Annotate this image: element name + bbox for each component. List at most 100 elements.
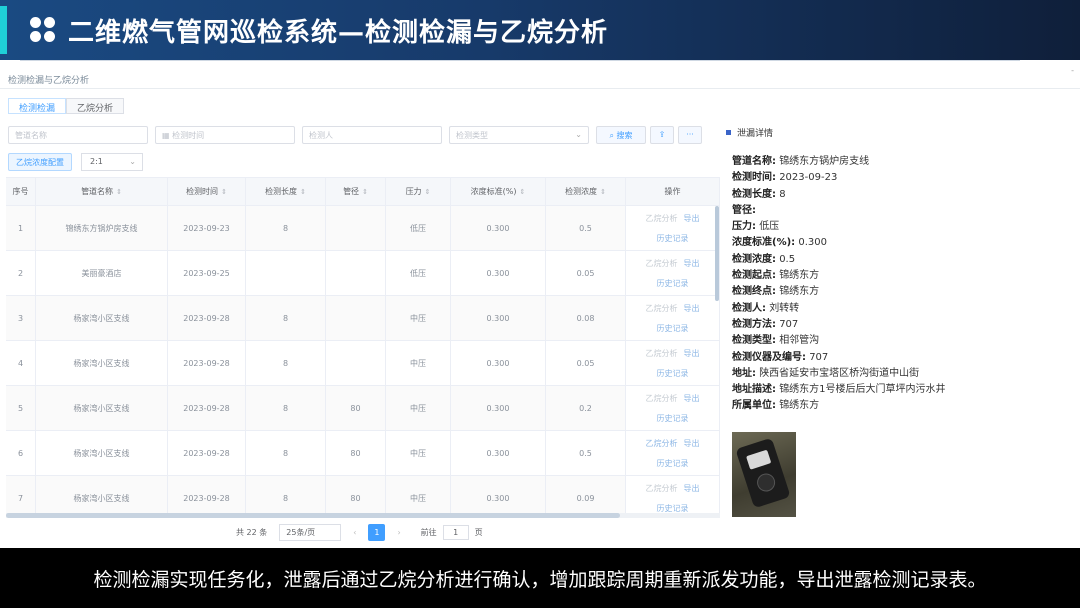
col-date[interactable]: 检测时间 ⇕ [168, 178, 246, 205]
next-page-icon[interactable]: › [397, 528, 400, 537]
ethane-analysis-link[interactable]: 乙烷分析 [646, 483, 678, 494]
table-vertical-scrollbar[interactable] [715, 206, 719, 301]
history-link[interactable]: 历史记录 [657, 323, 689, 334]
sort-icon[interactable]: ⇕ [425, 188, 431, 196]
ethane-analysis-link[interactable]: 乙烷分析 [646, 213, 678, 224]
sort-icon[interactable]: ⇕ [519, 188, 525, 196]
tab-leak-detection[interactable]: 检测检漏 [8, 98, 67, 114]
table-row[interactable]: 7 杨家湾小区支线 2023-09-28 8 80 中压 0.300 0.09 乙烷分析 导出 历史… [6, 476, 720, 517]
cell-name: 美丽豪酒店 [36, 251, 168, 295]
detail-field-value: 锦绣东方锅炉房支线 [779, 156, 870, 167]
history-link[interactable]: 历史记录 [657, 503, 689, 514]
ethane-analysis-link[interactable]: 乙烷分析 [646, 348, 678, 359]
export-link[interactable]: 导出 [684, 213, 700, 224]
square-bullet-icon [726, 130, 731, 135]
check-time-picker[interactable]: ▦ 检测时间 [155, 126, 295, 144]
row-actions: 乙烷分析 导出历史记录 [626, 341, 720, 385]
cell-date: 2023-09-28 [168, 386, 246, 430]
more-button[interactable]: ··· [678, 126, 702, 144]
export-link[interactable]: 导出 [684, 303, 700, 314]
page-number[interactable]: 1 [368, 523, 386, 541]
detector-photo[interactable] [732, 432, 796, 517]
detail-field-value: 陕西省延安市宝塔区桥沟街道中山街 [759, 367, 920, 379]
minimize-icon[interactable]: - [1071, 66, 1074, 75]
ethane-analysis-link[interactable]: 乙烷分析 [646, 438, 678, 449]
row-actions: 乙烷分析 导出历史记录 [626, 431, 720, 475]
detail-field-value: 0.300 [798, 237, 827, 249]
cell-date: 2023-09-28 [168, 296, 246, 340]
col-pressure[interactable]: 压力 ⇕ [386, 178, 451, 205]
detail-field: 检测类型: 相邻管沟 [732, 333, 1062, 349]
search-button[interactable]: ⌕ 搜索 [596, 126, 646, 144]
table-row[interactable]: 5 杨家湾小区支线 2023-09-28 8 80 中压 0.300 0.2 乙烷分析 导出 历史记… [6, 386, 720, 431]
cell-length: 8 [246, 386, 326, 430]
detail-field-value: 707 [809, 351, 829, 363]
table-row[interactable]: 2 美丽豪酒店 2023-09-25 低压 0.300 0.05 乙烷分析 导出 历史记录 [6, 251, 720, 296]
goto-unit: 页 [474, 527, 483, 537]
history-link[interactable]: 历史记录 [657, 368, 689, 379]
export-link[interactable]: 导出 [684, 438, 700, 449]
detail-field: 所属单位: 锦绣东方 [732, 398, 1062, 414]
ethane-analysis-link[interactable]: 乙烷分析 [646, 303, 678, 314]
cell-length [246, 251, 326, 295]
sort-icon[interactable]: ⇕ [362, 188, 368, 196]
export-link[interactable]: 导出 [684, 483, 700, 494]
detail-field-label: 管径: [732, 204, 756, 216]
detail-field-label: 检测仪器及编号: [732, 351, 806, 363]
col-diameter[interactable]: 管径 ⇕ [326, 178, 386, 205]
sort-icon[interactable]: ⇕ [221, 188, 227, 196]
check-type-select[interactable]: 检测类型 ⌄ [449, 126, 589, 144]
detail-field-label: 浓度标准(%): [732, 237, 796, 249]
cell-diameter [326, 296, 386, 340]
detail-title-text: 泄漏详情 [737, 129, 774, 139]
ethane-analysis-link[interactable]: 乙烷分析 [646, 393, 678, 404]
detail-field-label: 检测起点: [732, 270, 776, 282]
pipeline-name-input[interactable]: 管道名称 [8, 126, 148, 144]
pagination-total: 共 22 条 [236, 527, 268, 537]
ratio-value: 2:1 [90, 157, 103, 166]
export-link[interactable]: 导出 [684, 348, 700, 359]
history-link[interactable]: 历史记录 [657, 458, 689, 469]
row-actions: 乙烷分析 导出历史记录 [626, 206, 720, 250]
col-standard[interactable]: 浓度标准(%) ⇕ [451, 178, 546, 205]
sort-icon[interactable]: ⇕ [300, 188, 306, 196]
col-concentration[interactable]: 检测浓度 ⇕ [546, 178, 626, 205]
detail-field-value: 相邻管沟 [779, 335, 820, 347]
sort-icon[interactable]: ⇕ [116, 188, 122, 196]
table-row[interactable]: 4 杨家湾小区支线 2023-09-28 8 中压 0.300 0.05 乙烷分析 导出 历史记录 [6, 341, 720, 386]
table-row[interactable]: 6 杨家湾小区支线 2023-09-28 8 80 中压 0.300 0.5 乙烷分析 导出 历史记… [6, 431, 720, 476]
tab-ethane-analysis[interactable]: 乙烷分析 [66, 98, 125, 114]
cell-conc: 0.2 [546, 386, 626, 430]
ethane-analysis-link[interactable]: 乙烷分析 [646, 258, 678, 269]
inspector-input[interactable]: 检测人 [302, 126, 442, 144]
detail-field-label: 检测终点: [732, 286, 776, 298]
col-name[interactable]: 管道名称 ⇕ [36, 178, 168, 205]
chevron-down-icon: ⌄ [129, 157, 136, 166]
export-link[interactable]: 导出 [684, 258, 700, 269]
export-button[interactable]: ⇪ [650, 126, 674, 144]
tab-bar: 检测检漏 乙烷分析 [8, 98, 125, 114]
col-length[interactable]: 检测长度 ⇕ [246, 178, 326, 205]
detail-field-label: 地址: [732, 367, 756, 379]
table-row[interactable]: 3 杨家湾小区支线 2023-09-28 8 中压 0.300 0.08 乙烷分析 导出 历史记录 [6, 296, 720, 341]
ethane-config-button[interactable]: 乙烷浓度配置 [8, 153, 72, 171]
export-link[interactable]: 导出 [684, 393, 700, 404]
page-size-select[interactable]: 25条/页 [279, 523, 342, 541]
cell-conc: 0.05 [546, 341, 626, 385]
detail-field: 压力: 低压 [732, 219, 1062, 235]
cell-no: 6 [6, 431, 36, 475]
history-link[interactable]: 历史记录 [657, 413, 689, 424]
history-link[interactable]: 历史记录 [657, 278, 689, 289]
cell-pressure: 中压 [386, 476, 451, 517]
prev-page-icon[interactable]: ‹ [353, 528, 356, 537]
ratio-select[interactable]: 2:1 ⌄ [81, 153, 143, 171]
cell-name: 杨家湾小区支线 [36, 476, 168, 517]
goto-input[interactable]: 1 [442, 524, 469, 540]
history-link[interactable]: 历史记录 [657, 233, 689, 244]
cell-conc: 0.09 [546, 476, 626, 517]
sort-icon[interactable]: ⇕ [600, 188, 606, 196]
table-horizontal-scrollbar[interactable] [6, 513, 720, 518]
banner-divider [20, 60, 1020, 61]
cell-length: 8 [246, 206, 326, 250]
table-row[interactable]: 1 锦绣东方锅炉房支线 2023-09-23 8 低压 0.300 0.5 乙烷分析 导出 历史记… [6, 206, 720, 251]
